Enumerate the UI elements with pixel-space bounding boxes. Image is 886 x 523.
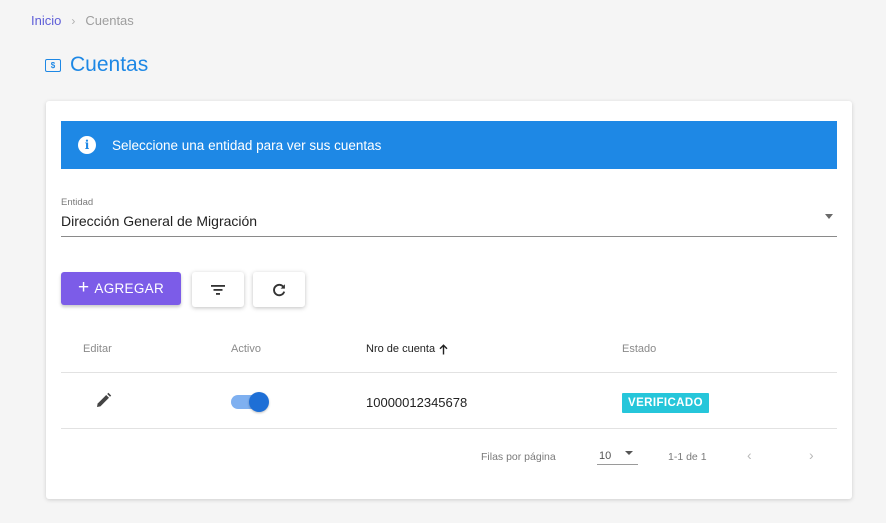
status-badge: VERIFICADO: [622, 393, 709, 413]
rows-per-page-select[interactable]: 10: [597, 447, 638, 465]
money-icon: $: [45, 58, 61, 72]
breadcrumb-separator: ›: [71, 13, 76, 28]
info-alert: i Seleccione una entidad para ver sus cu…: [61, 121, 837, 169]
filter-icon: [211, 284, 225, 295]
table-header: Editar Activo Nro de cuenta Estado: [61, 327, 837, 373]
entity-select[interactable]: Entidad Dirección General de Migración: [61, 197, 837, 237]
chevron-down-icon: [825, 214, 833, 219]
breadcrumb-current: Cuentas: [85, 13, 134, 28]
chevron-down-icon: [625, 451, 633, 455]
active-toggle[interactable]: [231, 392, 269, 412]
accounts-card: i Seleccione una entidad para ver sus cu…: [46, 101, 852, 499]
plus-icon: +: [77, 277, 90, 298]
arrow-up-icon: [439, 343, 448, 354]
column-header-active: Activo: [231, 343, 261, 355]
refresh-icon: [273, 283, 286, 296]
add-button-label: AGREGAR: [94, 281, 165, 296]
add-button[interactable]: + AGREGAR: [61, 272, 181, 305]
rows-per-page-value: 10: [599, 450, 612, 462]
column-header-account-number[interactable]: Nro de cuenta: [366, 343, 448, 355]
page-title: $ Cuentas: [45, 53, 148, 77]
pagination: Filas por página 10 1-1 de 1 ‹ ›: [61, 429, 837, 479]
page: Inicio › Cuentas $ Cuentas i Seleccione …: [0, 0, 886, 523]
previous-page-button[interactable]: ‹: [747, 447, 752, 463]
edit-icon[interactable]: [95, 392, 112, 414]
info-icon: i: [78, 136, 96, 154]
breadcrumb: Inicio › Cuentas: [31, 13, 134, 28]
account-number: 10000012345678: [366, 395, 468, 410]
entity-select-label: Entidad: [61, 197, 94, 208]
entity-select-value: Dirección General de Migración: [61, 213, 258, 229]
column-header-status: Estado: [622, 343, 657, 355]
filter-button[interactable]: [192, 272, 244, 307]
column-header-account-number-label: Nro de cuenta: [366, 343, 436, 355]
breadcrumb-home-link[interactable]: Inicio: [31, 13, 61, 28]
next-page-button[interactable]: ›: [809, 447, 814, 463]
info-alert-message: Seleccione una entidad para ver sus cuen…: [112, 137, 382, 153]
refresh-button[interactable]: [253, 272, 305, 307]
rows-per-page-label: Filas por página: [481, 451, 556, 463]
active-toggle-knob: [249, 392, 269, 412]
table-row: 10000012345678 VERIFICADO: [61, 373, 837, 429]
page-title-text: Cuentas: [70, 53, 149, 76]
column-header-edit: Editar: [83, 343, 112, 355]
pagination-range: 1-1 de 1: [668, 451, 707, 463]
